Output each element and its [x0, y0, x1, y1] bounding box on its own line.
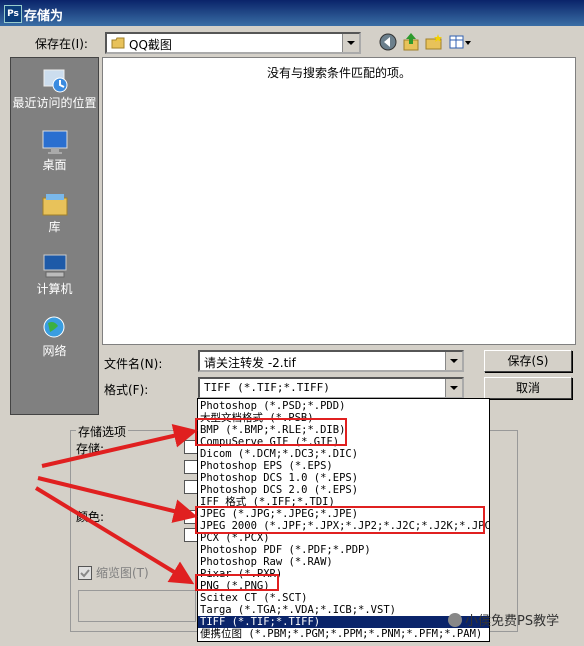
watermark: 小侯免费PS教学 [448, 610, 559, 629]
arrow-to-bmp [41, 423, 198, 468]
annotation-arrows [34, 423, 198, 585]
watermark-logo-icon [448, 613, 462, 627]
arrow-to-jpeg [37, 476, 198, 523]
watermark-text: 小侯免费PS教学 [465, 614, 560, 629]
arrow-to-png [34, 486, 195, 585]
